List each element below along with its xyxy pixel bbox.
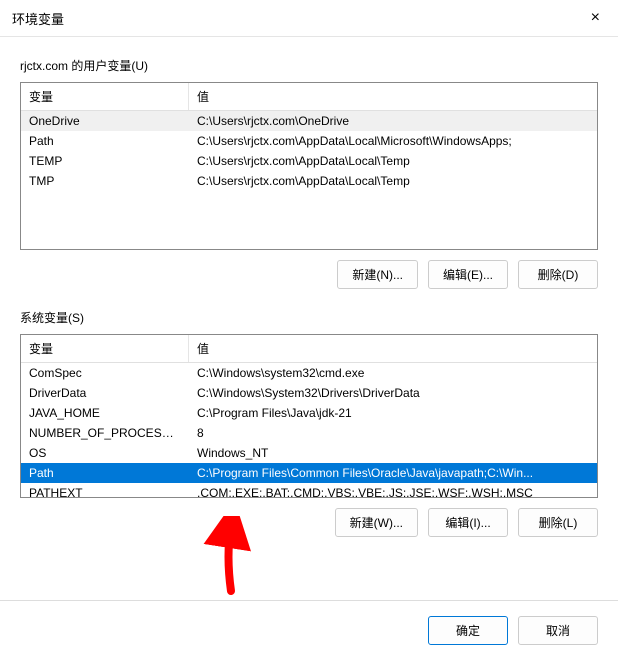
user-delete-button[interactable]: 删除(D) [518,260,598,289]
user-list-body: OneDrive C:\Users\rjctx.com\OneDrive Pat… [21,111,597,191]
cell-value: C:\Users\rjctx.com\AppData\Local\Temp [189,173,597,189]
system-delete-button[interactable]: 删除(L) [518,508,598,537]
cell-value: C:\Windows\System32\Drivers\DriverData [189,385,597,401]
user-new-button[interactable]: 新建(N)... [337,260,418,289]
cell-name: OS [21,445,189,461]
table-row[interactable]: OneDrive C:\Users\rjctx.com\OneDrive [21,111,597,131]
user-list-header: 变量 值 [21,83,597,111]
user-edit-button[interactable]: 编辑(E)... [428,260,508,289]
col-header-name[interactable]: 变量 [21,335,189,362]
system-new-button[interactable]: 新建(W)... [335,508,418,537]
system-vars-label: 系统变量(S) [20,309,598,326]
table-row[interactable]: TEMP C:\Users\rjctx.com\AppData\Local\Te… [21,151,597,171]
separator [0,600,618,601]
col-header-value[interactable]: 值 [189,335,597,362]
system-list-body: ComSpec C:\Windows\system32\cmd.exe Driv… [21,363,597,498]
dialog-title: 环境变量 [12,9,64,28]
cell-value: .COM;.EXE;.BAT;.CMD;.VBS;.VBE;.JS;.JSE;.… [189,485,597,498]
cell-value: C:\Users\rjctx.com\AppData\Local\Microso… [189,133,597,149]
system-buttons: 新建(W)... 编辑(I)... 删除(L) [20,508,598,537]
cell-value: C:\Windows\system32\cmd.exe [189,365,597,381]
cell-value: C:\Program Files\Common Files\Oracle\Jav… [189,465,597,481]
dialog-buttons: 确定 取消 [428,616,598,645]
cell-name: TMP [21,173,189,189]
col-header-value[interactable]: 值 [189,83,597,110]
titlebar: 环境变量 × [0,0,618,37]
cell-name: TEMP [21,153,189,169]
dialog-content: rjctx.com 的用户变量(U) 变量 值 OneDrive C:\User… [0,37,618,567]
table-row-selected[interactable]: Path C:\Program Files\Common Files\Oracl… [21,463,597,483]
system-list-header: 变量 值 [21,335,597,363]
cell-name: DriverData [21,385,189,401]
cell-value: C:\Users\rjctx.com\OneDrive [189,113,597,129]
table-row[interactable]: PATHEXT .COM;.EXE;.BAT;.CMD;.VBS;.VBE;.J… [21,483,597,498]
table-row[interactable]: TMP C:\Users\rjctx.com\AppData\Local\Tem… [21,171,597,191]
cell-value: C:\Users\rjctx.com\AppData\Local\Temp [189,153,597,169]
ok-button[interactable]: 确定 [428,616,508,645]
user-buttons: 新建(N)... 编辑(E)... 删除(D) [20,260,598,289]
table-row[interactable]: NUMBER_OF_PROCESSORS 8 [21,423,597,443]
cell-name: Path [21,133,189,149]
user-vars-label: rjctx.com 的用户变量(U) [20,57,598,74]
cell-value: C:\Program Files\Java\jdk-21 [189,405,597,421]
close-icon[interactable]: × [585,8,606,28]
system-edit-button[interactable]: 编辑(I)... [428,508,508,537]
col-header-name[interactable]: 变量 [21,83,189,110]
table-row[interactable]: ComSpec C:\Windows\system32\cmd.exe [21,363,597,383]
cell-name: PATHEXT [21,485,189,498]
table-row[interactable]: Path C:\Users\rjctx.com\AppData\Local\Mi… [21,131,597,151]
table-row[interactable]: DriverData C:\Windows\System32\Drivers\D… [21,383,597,403]
cell-name: Path [21,465,189,481]
user-vars-list[interactable]: 变量 值 OneDrive C:\Users\rjctx.com\OneDriv… [20,82,598,250]
cell-name: ComSpec [21,365,189,381]
table-row[interactable]: OS Windows_NT [21,443,597,463]
cell-name: JAVA_HOME [21,405,189,421]
cell-value: 8 [189,425,597,441]
cancel-button[interactable]: 取消 [518,616,598,645]
cell-name: OneDrive [21,113,189,129]
table-row[interactable]: JAVA_HOME C:\Program Files\Java\jdk-21 [21,403,597,423]
cell-name: NUMBER_OF_PROCESSORS [21,425,189,441]
cell-value: Windows_NT [189,445,597,461]
system-vars-list[interactable]: 变量 值 ComSpec C:\Windows\system32\cmd.exe… [20,334,598,498]
